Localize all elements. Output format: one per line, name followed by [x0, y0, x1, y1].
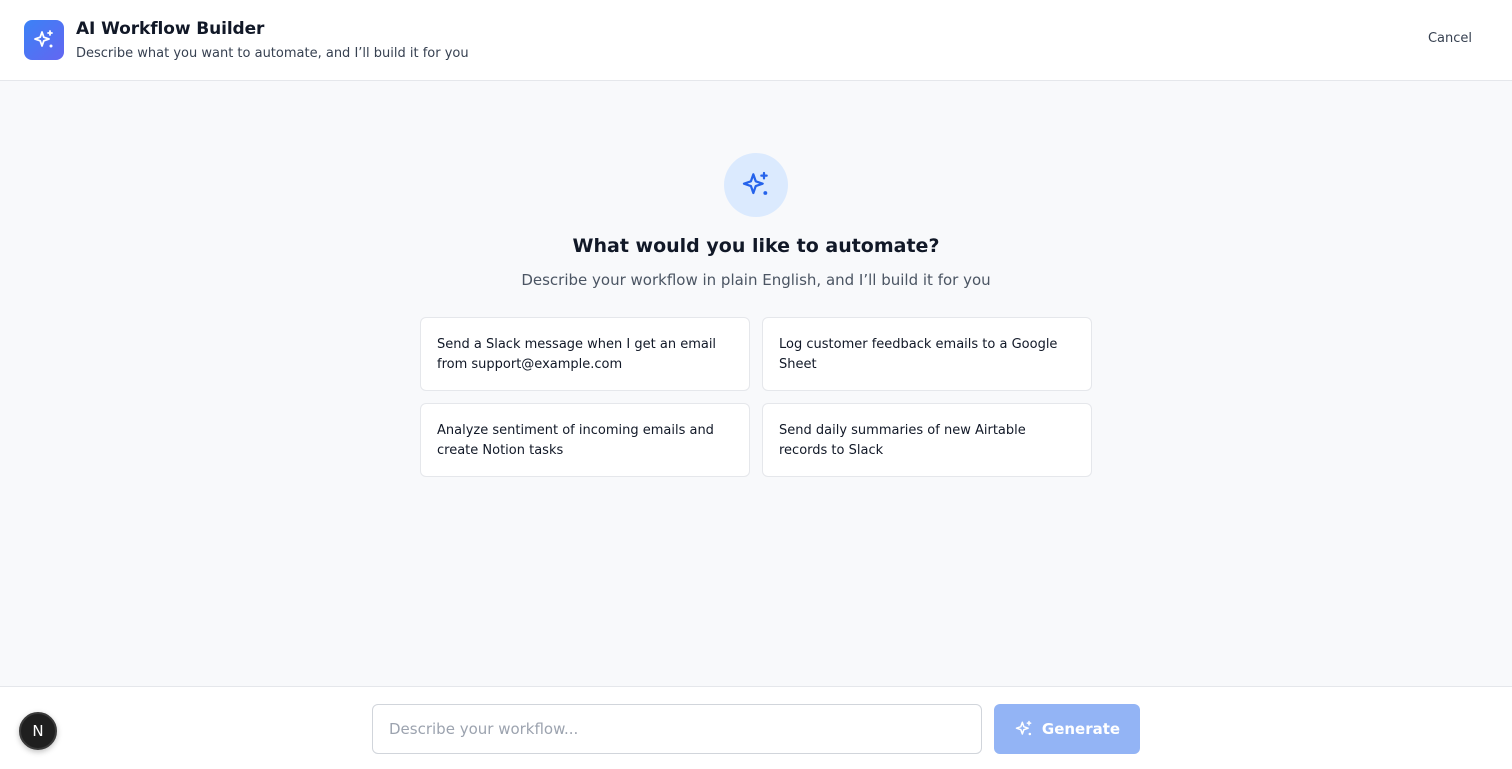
nextjs-badge[interactable]: N: [19, 712, 57, 750]
composer-bar: Generate: [0, 686, 1512, 769]
badge-letter: N: [32, 722, 44, 740]
main-content: What would you like to automate? Describ…: [0, 81, 1512, 686]
hero-icon-circle: [724, 153, 788, 217]
sparkles-icon: [34, 30, 53, 48]
suggestion-grid: Send a Slack message when I get an email…: [420, 317, 1092, 477]
suggestion-card[interactable]: Send daily summaries of new Airtable rec…: [762, 403, 1092, 477]
generate-button[interactable]: Generate: [994, 704, 1140, 754]
hero-title: What would you like to automate?: [572, 235, 940, 257]
hero-subtitle: Describe your workflow in plain English,…: [521, 271, 991, 289]
sparkles-icon: [742, 171, 768, 195]
suggestion-card[interactable]: Send a Slack message when I get an email…: [420, 317, 750, 391]
app-header: AI Workflow Builder Describe what you wa…: [0, 0, 1512, 81]
cancel-button[interactable]: Cancel: [1428, 31, 1472, 46]
app-title: AI Workflow Builder: [76, 19, 265, 39]
workflow-prompt-input[interactable]: [372, 704, 982, 754]
suggestion-card[interactable]: Log customer feedback emails to a Google…: [762, 317, 1092, 391]
generate-button-label: Generate: [1041, 720, 1121, 738]
app-logo: [24, 20, 64, 60]
sparkles-icon: [1015, 720, 1032, 736]
app-subtitle: Describe what you want to automate, and …: [76, 46, 469, 61]
suggestion-card[interactable]: Analyze sentiment of incoming emails and…: [420, 403, 750, 477]
